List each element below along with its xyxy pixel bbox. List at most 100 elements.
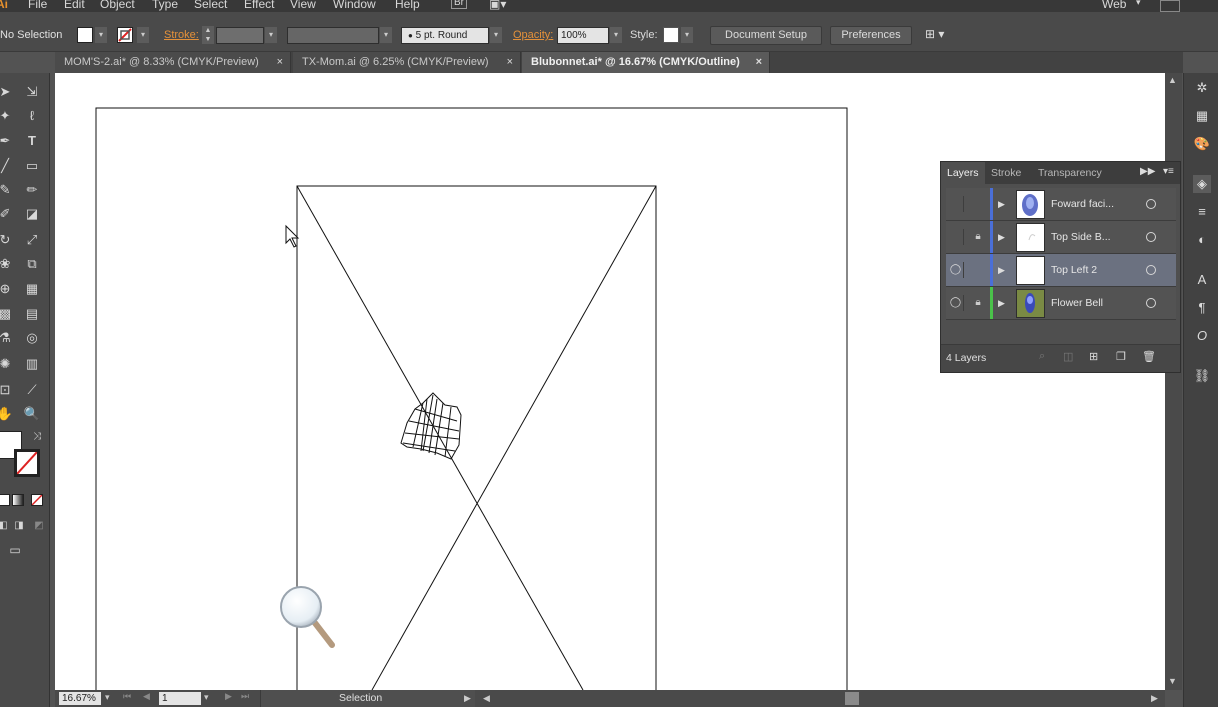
layers-icon[interactable]: ◈: [1193, 175, 1211, 193]
shape-builder-tool-icon[interactable]: ⊕: [0, 280, 14, 298]
stroke-weight-dropdown-icon[interactable]: ▾: [265, 27, 277, 43]
lock-toggle[interactable]: [970, 262, 986, 278]
target-circle-icon[interactable]: [1146, 265, 1156, 275]
column-graph-tool-icon[interactable]: ▥: [23, 355, 41, 373]
lock-toggle[interactable]: [970, 196, 986, 212]
eraser-tool-icon[interactable]: ◪: [23, 205, 41, 223]
stroke-swatch[interactable]: [117, 27, 133, 43]
perspective-grid-tool-icon[interactable]: ▦: [23, 280, 41, 298]
blend-tool-icon[interactable]: ◎: [23, 329, 41, 347]
rectangle-tool-icon[interactable]: ▭: [23, 157, 41, 175]
target-circle-icon[interactable]: [1146, 232, 1156, 242]
visibility-toggle[interactable]: [948, 196, 964, 212]
layer-name[interactable]: Top Left 2: [1051, 254, 1097, 286]
stroke-weight-field[interactable]: [216, 27, 264, 44]
expand-arrow-icon[interactable]: ▶: [998, 229, 1008, 245]
collapse-panel-icon[interactable]: ▶▶: [1140, 166, 1155, 177]
tab-layers[interactable]: Layers: [941, 162, 985, 184]
tab-blubonnet[interactable]: Blubonnet.ai* @ 16.67% (CMYK/Outline) ×: [522, 52, 770, 73]
style-dropdown-icon[interactable]: ▾: [681, 27, 693, 43]
hand-tool-icon[interactable]: ✋: [0, 405, 14, 423]
swatches-icon[interactable]: ▦: [1193, 107, 1211, 125]
expand-arrow-icon[interactable]: ▶: [998, 262, 1008, 278]
close-icon[interactable]: ×: [277, 52, 283, 73]
status-menu-icon[interactable]: ▶: [464, 693, 471, 704]
menu-object[interactable]: Object: [100, 0, 135, 11]
tab-stroke[interactable]: Stroke: [985, 162, 1027, 184]
opacity-dropdown-icon[interactable]: ▾: [610, 27, 622, 43]
direct-selection-tool-icon[interactable]: ⇲: [23, 83, 41, 101]
brush-definition[interactable]: ● 5 pt. Round: [401, 27, 489, 44]
status-readout[interactable]: Selection ▶: [260, 690, 475, 707]
workspace-chevron-icon[interactable]: ▾: [1136, 0, 1141, 8]
gradient-mode-icon[interactable]: [12, 494, 24, 506]
close-icon[interactable]: ×: [756, 52, 762, 73]
warp-tool-icon[interactable]: ❀: [0, 255, 14, 273]
panel-menu-icon[interactable]: ▾≡: [1163, 166, 1174, 177]
menu-type[interactable]: Type: [152, 0, 178, 11]
search-field[interactable]: [1160, 0, 1180, 12]
pen-tool-icon[interactable]: ✒: [0, 132, 14, 150]
graphic-style-swatch[interactable]: [663, 27, 679, 43]
preferences-button[interactable]: Preferences: [830, 26, 912, 45]
layer-name[interactable]: Foward faci...: [1051, 188, 1114, 220]
scroll-left-icon[interactable]: ◀: [483, 693, 490, 704]
stroke-label[interactable]: Stroke:: [164, 29, 199, 41]
tab-transparency[interactable]: Transparency: [1032, 162, 1108, 184]
draw-inside-icon[interactable]: ◩: [30, 517, 48, 535]
zoom-field[interactable]: 16.67%: [59, 692, 101, 705]
menu-window[interactable]: Window: [333, 0, 376, 11]
previous-artboard-icon[interactable]: ◀: [143, 691, 150, 702]
line-tool-icon[interactable]: ╱: [0, 157, 14, 175]
bridge-icon[interactable]: Br: [451, 0, 467, 9]
lock-icon[interactable]: 🔒︎: [970, 229, 986, 245]
stroke-dropdown-icon[interactable]: ▾: [137, 27, 149, 43]
pencil-tool-icon[interactable]: ✏: [23, 181, 41, 199]
fill-dropdown-icon[interactable]: ▾: [95, 27, 107, 43]
gradient-tool-icon[interactable]: ▤: [23, 305, 41, 323]
layer-row[interactable]: ◯ 🔒︎ ▶ Flower Bell: [946, 287, 1176, 320]
zoom-tool-icon[interactable]: 🔍: [23, 405, 41, 423]
character-icon[interactable]: A: [1193, 271, 1211, 289]
brush-dropdown-icon[interactable]: ▾: [490, 27, 502, 43]
tab-moms-2[interactable]: MOM'S-2.ai* @ 8.33% (CMYK/Preview) ×: [55, 52, 291, 73]
new-sublayer-icon[interactable]: ⊞: [1089, 350, 1098, 363]
lasso-tool-icon[interactable]: ℓ: [23, 107, 41, 125]
symbol-sprayer-tool-icon[interactable]: ✺: [0, 355, 14, 373]
magic-wand-tool-icon[interactable]: ✦: [0, 107, 14, 125]
expand-arrow-icon[interactable]: ▶: [998, 295, 1008, 311]
visibility-toggle[interactable]: [948, 229, 964, 245]
arrange-documents-icon[interactable]: ▣▾: [489, 0, 506, 11]
new-layer-icon[interactable]: ❐: [1116, 350, 1126, 363]
stroke-panel-icon[interactable]: ≡: [1193, 203, 1211, 221]
paintbrush-tool-icon[interactable]: ✎: [0, 181, 14, 199]
menu-file[interactable]: File: [28, 0, 47, 11]
workspace-switcher[interactable]: Web: [1102, 0, 1126, 11]
fill-swatch[interactable]: [77, 27, 93, 43]
align-options-icon[interactable]: ⊞ ▾: [925, 27, 944, 41]
color-mode-icon[interactable]: [0, 494, 10, 506]
close-icon[interactable]: ×: [507, 52, 513, 73]
artboard-tool-icon[interactable]: ⊡: [0, 381, 14, 399]
scroll-down-icon[interactable]: ▼: [1168, 676, 1177, 686]
selection-tool-icon[interactable]: ➤: [0, 83, 14, 101]
paragraph-icon[interactable]: ¶: [1193, 299, 1211, 317]
layer-name[interactable]: Flower Bell: [1051, 287, 1103, 319]
transparency-icon[interactable]: ◐: [1193, 231, 1211, 249]
layer-name[interactable]: Top Side B...: [1051, 221, 1111, 253]
navigator-icon[interactable]: ✲: [1193, 79, 1211, 97]
menu-effect[interactable]: Effect: [244, 0, 274, 11]
horizontal-scroll-thumb[interactable]: [845, 692, 859, 705]
next-artboard-icon[interactable]: ▶: [225, 691, 232, 702]
layer-row[interactable]: 🔒︎ ▶ Top Side B...: [946, 221, 1176, 254]
target-circle-icon[interactable]: [1146, 199, 1156, 209]
scale-tool-icon[interactable]: ⤢: [23, 231, 41, 249]
opacity-label[interactable]: Opacity:: [513, 29, 553, 41]
target-circle-icon[interactable]: [1146, 298, 1156, 308]
profile-dropdown-icon[interactable]: ▾: [380, 27, 392, 43]
menu-view[interactable]: View: [290, 0, 316, 11]
artboard-number-field[interactable]: 1: [159, 692, 201, 705]
first-artboard-icon[interactable]: ⏮: [123, 691, 131, 702]
expand-arrow-icon[interactable]: ▶: [998, 196, 1008, 212]
zoom-dropdown-icon[interactable]: ▾: [105, 692, 110, 703]
